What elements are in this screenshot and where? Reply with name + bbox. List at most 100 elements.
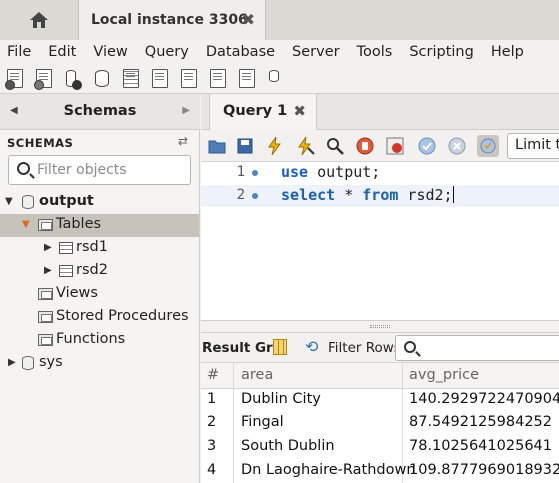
cell-avg-price[interactable]: 140.29297224709043 — [409, 391, 559, 407]
reconnect-icon[interactable] — [265, 68, 288, 90]
expand-arrow-icon[interactable]: ▼ — [5, 196, 13, 207]
table-row[interactable]: 3 South Dublin 78.1025641025641 — [201, 435, 559, 459]
tree-stored-procedures[interactable]: Stored Procedures — [0, 306, 199, 329]
toggle-error-icon[interactable] — [385, 136, 405, 156]
close-connection-tab-icon[interactable]: ✖ — [242, 10, 255, 29]
menu-file[interactable]: File — [7, 44, 31, 60]
menu-query[interactable]: Query — [145, 44, 189, 60]
cell-area[interactable]: South Dublin — [241, 438, 335, 454]
search-table-data-icon[interactable] — [236, 68, 259, 90]
result-grid-header: # area avg_price — [201, 363, 559, 389]
open-file-icon[interactable] — [207, 136, 227, 156]
table-row[interactable]: 2 Fingal 87.5492125984252 — [201, 411, 559, 435]
tables-folder-icon — [38, 219, 53, 231]
menu-tools[interactable]: Tools — [357, 44, 393, 60]
editor-line-current: 2 select * from rsd2; — [201, 185, 559, 207]
functions-folder-icon — [38, 334, 53, 346]
editor-line: 1 use output; — [201, 162, 559, 184]
schema-inspector-icon[interactable] — [62, 68, 85, 90]
column-header-area[interactable]: area — [241, 367, 273, 383]
create-schema-icon[interactable] — [91, 68, 114, 90]
navigator-title: Schemas — [63, 103, 137, 119]
database-icon — [22, 195, 34, 209]
rollback-icon[interactable] — [447, 136, 467, 156]
table-name: rsd2 — [76, 262, 108, 278]
table-name: rsd1 — [76, 239, 108, 255]
column-header-rownum[interactable]: # — [207, 367, 219, 383]
open-sql-script-icon[interactable] — [33, 68, 56, 90]
stop-icon[interactable] — [355, 136, 375, 156]
tree-views[interactable]: Views — [0, 283, 199, 306]
menu-bar: File Edit View Query Database Server Too… — [0, 40, 559, 64]
limit-rows-select[interactable]: Limit t — [507, 133, 559, 159]
title-bar: Local instance 3306 ✖ — [0, 0, 559, 40]
collapse-arrow-icon[interactable]: ▶ — [44, 242, 52, 253]
query-tab-bar: Query 1 ✖ — [201, 94, 559, 130]
execute-current-icon[interactable] — [295, 136, 315, 156]
filter-objects-box — [8, 155, 191, 185]
explain-icon[interactable] — [325, 136, 345, 156]
new-sql-tab-icon[interactable] — [4, 68, 27, 90]
cell-avg-price[interactable]: 87.5492125984252 — [409, 414, 552, 430]
cell-avg-price[interactable]: 109.87779690189329 — [409, 462, 559, 478]
autocommit-icon[interactable] — [477, 135, 499, 157]
create-procedure-icon[interactable] — [178, 68, 201, 90]
create-table-icon[interactable] — [120, 68, 143, 90]
commit-icon[interactable] — [417, 136, 437, 156]
refresh-results-icon[interactable]: ⟲ — [305, 337, 318, 356]
schemas-section: SCHEMAS ⇄ — [0, 132, 200, 152]
column-header-avg-price[interactable]: avg_price — [409, 367, 479, 383]
menu-scripting[interactable]: Scripting — [409, 44, 473, 60]
filter-objects-input[interactable] — [37, 160, 187, 180]
collapse-arrow-icon[interactable]: ▶ — [8, 357, 16, 368]
filter-rows-label: Filter Rows: — [328, 340, 406, 356]
cell-area[interactable]: Dn Laoghaire-Rathdown — [241, 462, 416, 478]
cell-avg-price[interactable]: 78.1025641025641 — [409, 438, 552, 454]
collapse-arrow-icon[interactable]: ▶ — [44, 265, 52, 276]
tree-table-rsd2[interactable]: ▶ rsd2 — [0, 260, 199, 283]
result-grid: # area avg_price 1 Dublin City 140.29297… — [201, 363, 559, 483]
row-number: 2 — [207, 414, 217, 430]
home-tab[interactable] — [0, 0, 78, 40]
code-text: select * from rsd2; — [281, 186, 454, 204]
tables-label: Tables — [56, 216, 102, 232]
line-number: 1 — [236, 164, 245, 180]
database-icon — [22, 356, 34, 370]
tree-schema-output[interactable]: ▼ output — [0, 191, 199, 214]
menu-help[interactable]: Help — [491, 44, 524, 60]
filter-rows-input[interactable] — [395, 335, 559, 361]
query-toolbar: Limit t — [201, 130, 559, 162]
menu-server[interactable]: Server — [292, 44, 340, 60]
close-query-tab-icon[interactable]: ✖ — [293, 102, 306, 120]
navigator-panel: ◀ Schemas ▶ SCHEMAS ⇄ ▼ output ▼ Tables … — [0, 94, 200, 483]
editor-results-splitter[interactable] — [201, 320, 559, 333]
expand-right-icon[interactable]: ▶ — [182, 105, 190, 116]
functions-label: Functions — [56, 331, 126, 347]
menu-database[interactable]: Database — [206, 44, 275, 60]
table-row[interactable]: 1 Dublin City 140.29297224709043 — [201, 388, 559, 412]
code-text: use output; — [281, 163, 381, 181]
cell-area[interactable]: Fingal — [241, 414, 284, 430]
views-folder-icon — [38, 288, 53, 300]
search-icon — [404, 341, 416, 353]
result-grid-icon[interactable] — [273, 339, 287, 355]
query-tab[interactable]: Query 1 ✖ — [209, 94, 317, 130]
menu-view[interactable]: View — [93, 44, 127, 60]
expand-arrow-icon[interactable]: ▼ — [22, 219, 30, 230]
tree-tables[interactable]: ▼ Tables — [0, 214, 199, 237]
menu-edit[interactable]: Edit — [48, 44, 76, 60]
save-icon[interactable] — [235, 136, 255, 156]
table-row[interactable]: 4 Dn Laoghaire-Rathdown 109.877796901893… — [201, 459, 559, 483]
tree-functions[interactable]: Functions — [0, 329, 199, 352]
execute-icon[interactable] — [265, 136, 285, 156]
tree-schema-sys[interactable]: ▶ sys — [0, 352, 199, 375]
sql-editor[interactable]: 1 use output; 2 select * from rsd2; — [201, 162, 559, 320]
schema-name: sys — [39, 354, 63, 370]
connection-tab-label: Local instance 3306 — [91, 12, 248, 28]
create-function-icon[interactable] — [207, 68, 230, 90]
tree-table-rsd1[interactable]: ▶ rsd1 — [0, 237, 199, 260]
create-view-icon[interactable] — [149, 68, 172, 90]
cell-area[interactable]: Dublin City — [241, 391, 321, 407]
refresh-schemas-icon[interactable]: ⇄ — [178, 134, 188, 148]
connection-tab[interactable]: Local instance 3306 ✖ — [78, 0, 266, 40]
